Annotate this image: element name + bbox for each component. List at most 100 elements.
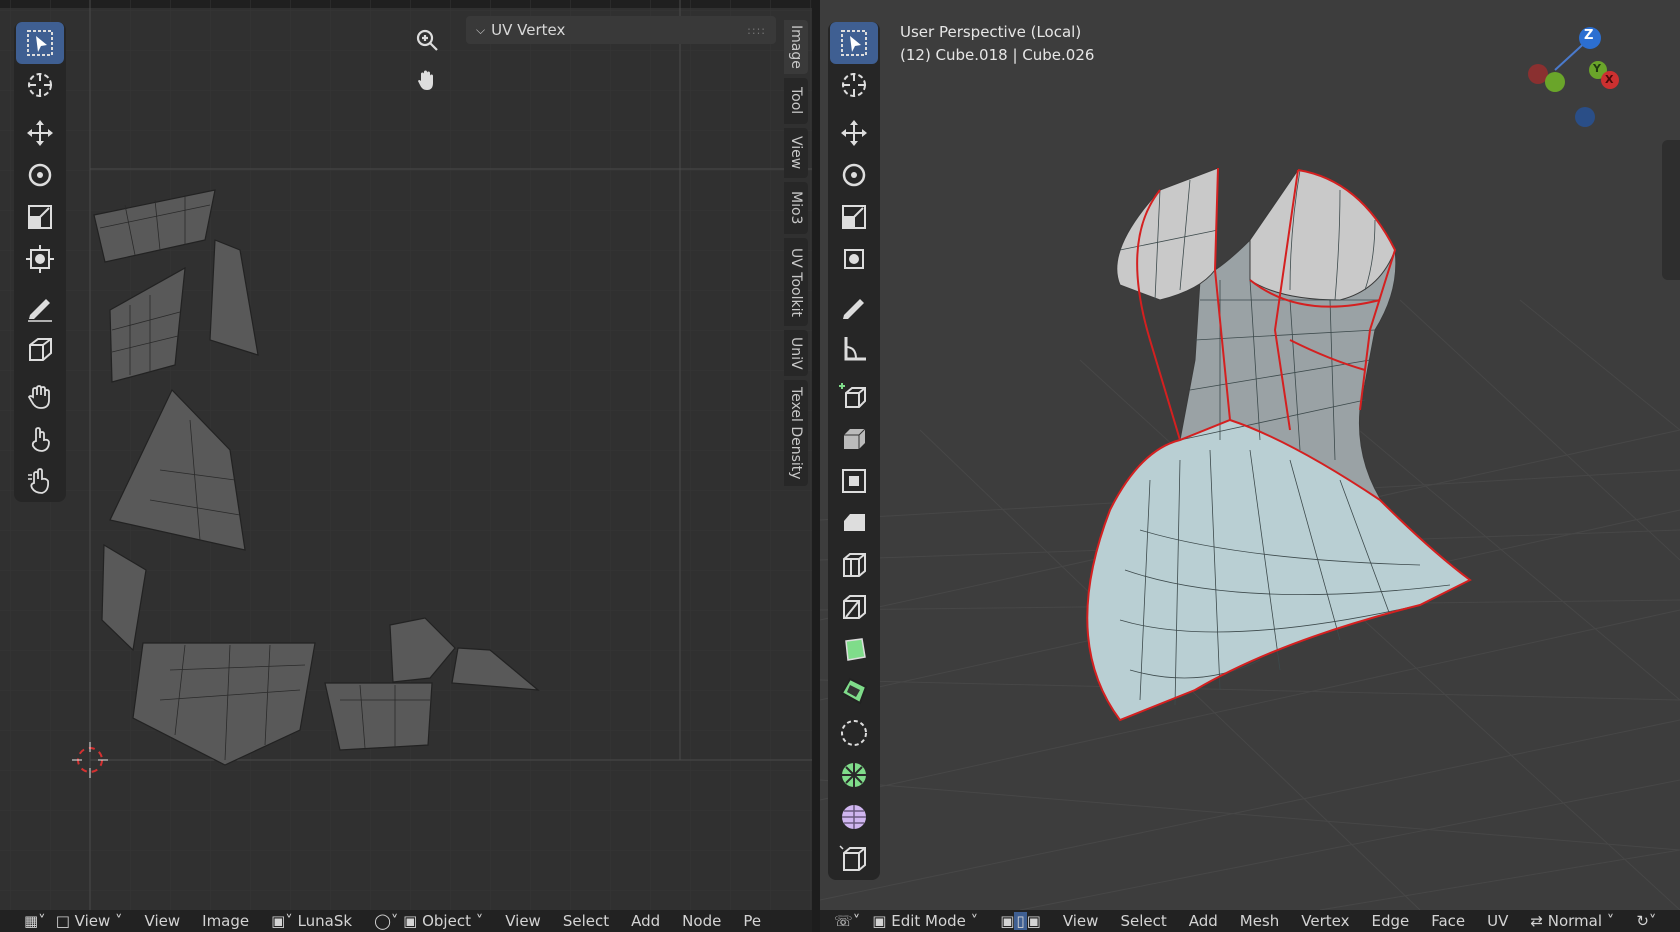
loop-cut-tool[interactable] bbox=[830, 544, 878, 586]
annotate-tool[interactable] bbox=[16, 286, 64, 328]
shear-tool[interactable] bbox=[830, 838, 878, 880]
move-icon bbox=[27, 120, 53, 146]
relax-tool[interactable] bbox=[16, 460, 64, 502]
scale-tool[interactable] bbox=[16, 196, 64, 238]
edit-mode-dropdown[interactable]: ▣ Edit Mode ˅ bbox=[872, 912, 978, 930]
cursor-tool[interactable] bbox=[16, 64, 64, 106]
zoom-button[interactable] bbox=[410, 23, 444, 57]
area-divider[interactable] bbox=[812, 0, 820, 932]
menu-uv[interactable]: UV bbox=[1487, 912, 1508, 930]
scale-tool-3d[interactable] bbox=[830, 196, 878, 238]
uv-toolbar bbox=[14, 22, 66, 502]
image-selector[interactable]: ▣˅ LunaSk bbox=[271, 912, 352, 930]
tab-tool[interactable]: Tool bbox=[784, 78, 808, 124]
tab-uv-toolkit[interactable]: UV Toolkit bbox=[784, 238, 808, 326]
bevel-tool[interactable] bbox=[830, 502, 878, 544]
menu-node[interactable]: Node bbox=[682, 912, 721, 930]
loop-cut-icon bbox=[843, 553, 866, 577]
viewport-nav-strip[interactable] bbox=[1662, 140, 1680, 280]
inset-tool[interactable] bbox=[830, 460, 878, 502]
pinch-hand-icon bbox=[31, 427, 50, 452]
cursor-tool-3d[interactable] bbox=[830, 64, 878, 106]
tab-view[interactable]: View bbox=[784, 128, 808, 178]
spin-tool[interactable] bbox=[830, 670, 878, 712]
menu-add[interactable]: Add bbox=[631, 912, 660, 930]
annotate-pencil-icon bbox=[843, 299, 864, 319]
tab-image[interactable]: Image bbox=[784, 20, 808, 74]
measure-tool[interactable] bbox=[830, 328, 878, 370]
grab-uv-tool[interactable] bbox=[16, 328, 64, 370]
menu-edge[interactable]: Edge bbox=[1371, 912, 1409, 930]
smooth-icon bbox=[841, 720, 867, 746]
select-box-tool-3d[interactable] bbox=[830, 22, 878, 64]
panel-title: UV Vertex bbox=[491, 21, 566, 39]
select-box-icon bbox=[27, 30, 53, 56]
shrink-tool[interactable] bbox=[830, 796, 878, 838]
menu-face[interactable]: Face bbox=[1431, 912, 1465, 930]
menu-add-3d[interactable]: Add bbox=[1189, 912, 1218, 930]
uv-sidebar-tabs: Image Tool View Mio3 UV Toolkit UniV Tex… bbox=[784, 20, 810, 490]
grab-tool[interactable] bbox=[16, 376, 64, 418]
move-tool-3d[interactable] bbox=[830, 112, 878, 154]
orientation-dropdown[interactable]: ⇄ Normal ˅ bbox=[1530, 912, 1614, 930]
gizmo-axis-x[interactable]: X bbox=[1605, 73, 1613, 86]
menu-pe[interactable]: Pe bbox=[743, 912, 761, 930]
editor-type-icon-3d[interactable]: ☏˅ bbox=[834, 912, 860, 930]
menu-vertex[interactable]: Vertex bbox=[1301, 912, 1349, 930]
uv-vertex-panel-header[interactable]: ⌵ UV Vertex :::: bbox=[466, 16, 776, 44]
edge-slide-tool[interactable] bbox=[830, 754, 878, 796]
rotate-tool-3d[interactable] bbox=[830, 154, 878, 196]
uv-editor[interactable]: ⌵ UV Vertex :::: Image Tool View Mio3 UV… bbox=[0, 0, 812, 910]
zoom-icon bbox=[416, 29, 438, 51]
knife-tool[interactable] bbox=[830, 586, 878, 628]
tab-univ[interactable]: UniV bbox=[784, 330, 808, 376]
select-box-tool[interactable] bbox=[16, 22, 64, 64]
pivot-dropdown[interactable]: ↻˅ bbox=[1636, 912, 1656, 930]
perspective-label: User Perspective (Local) bbox=[900, 23, 1082, 41]
add-cube-tool[interactable] bbox=[830, 376, 878, 418]
pan-hand-icon bbox=[418, 70, 433, 90]
cube-outline-icon bbox=[29, 338, 52, 361]
3d-viewport[interactable]: User Perspective (Local) (12) Cube.018 |… bbox=[820, 0, 1680, 910]
drag-grip-icon[interactable]: :::: bbox=[747, 24, 766, 37]
object-info-label: (12) Cube.018 | Cube.026 bbox=[900, 46, 1095, 64]
tab-texel-density[interactable]: Texel Density bbox=[784, 380, 808, 486]
tab-mio3[interactable]: Mio3 bbox=[784, 182, 808, 234]
menu-image[interactable]: Image bbox=[202, 912, 249, 930]
edge-slide-icon bbox=[842, 763, 866, 787]
editor-type-icon[interactable]: ▦˅ bbox=[24, 912, 46, 930]
viewport-canvas[interactable] bbox=[820, 0, 1680, 910]
rotate-icon bbox=[28, 163, 52, 187]
move-tool[interactable] bbox=[16, 112, 64, 154]
inset-icon bbox=[842, 469, 866, 493]
transform-icon bbox=[844, 249, 864, 269]
transform-tool-3d[interactable] bbox=[830, 238, 878, 280]
gizmo-axis-y[interactable]: Y bbox=[1593, 62, 1601, 75]
menu-mesh[interactable]: Mesh bbox=[1240, 912, 1280, 930]
extrude-tool[interactable] bbox=[830, 418, 878, 460]
smooth-tool[interactable] bbox=[830, 712, 878, 754]
pan-button[interactable] bbox=[410, 63, 444, 97]
select-mode-buttons[interactable]: ▣ ▯ ▣ bbox=[1000, 912, 1041, 930]
cursor-icon bbox=[842, 73, 866, 97]
uv-canvas[interactable] bbox=[0, 0, 812, 910]
scale-icon bbox=[28, 205, 52, 229]
menu-select[interactable]: Select bbox=[563, 912, 609, 930]
hand-icon bbox=[27, 385, 50, 409]
menu-view[interactable]: View bbox=[145, 912, 181, 930]
gizmo-axis-z[interactable]: Z bbox=[1584, 28, 1593, 43]
spin-icon bbox=[840, 677, 868, 705]
poly-build-tool[interactable] bbox=[830, 628, 878, 670]
ruler-icon bbox=[844, 337, 866, 361]
view-mode-dropdown[interactable]: □ View ˅ bbox=[56, 912, 123, 930]
annotate-tool-3d[interactable] bbox=[830, 286, 878, 328]
rotate-tool[interactable] bbox=[16, 154, 64, 196]
transform-tool[interactable] bbox=[16, 238, 64, 280]
extrude-icon bbox=[844, 428, 866, 449]
add-cube-icon bbox=[839, 383, 866, 408]
object-mode-dropdown[interactable]: ◯˅ ▣ Object ˅ bbox=[374, 912, 483, 930]
menu-view-3d[interactable]: View bbox=[1063, 912, 1099, 930]
menu-select-3d[interactable]: Select bbox=[1120, 912, 1166, 930]
menu-view-2[interactable]: View bbox=[505, 912, 541, 930]
pinch-tool[interactable] bbox=[16, 418, 64, 460]
